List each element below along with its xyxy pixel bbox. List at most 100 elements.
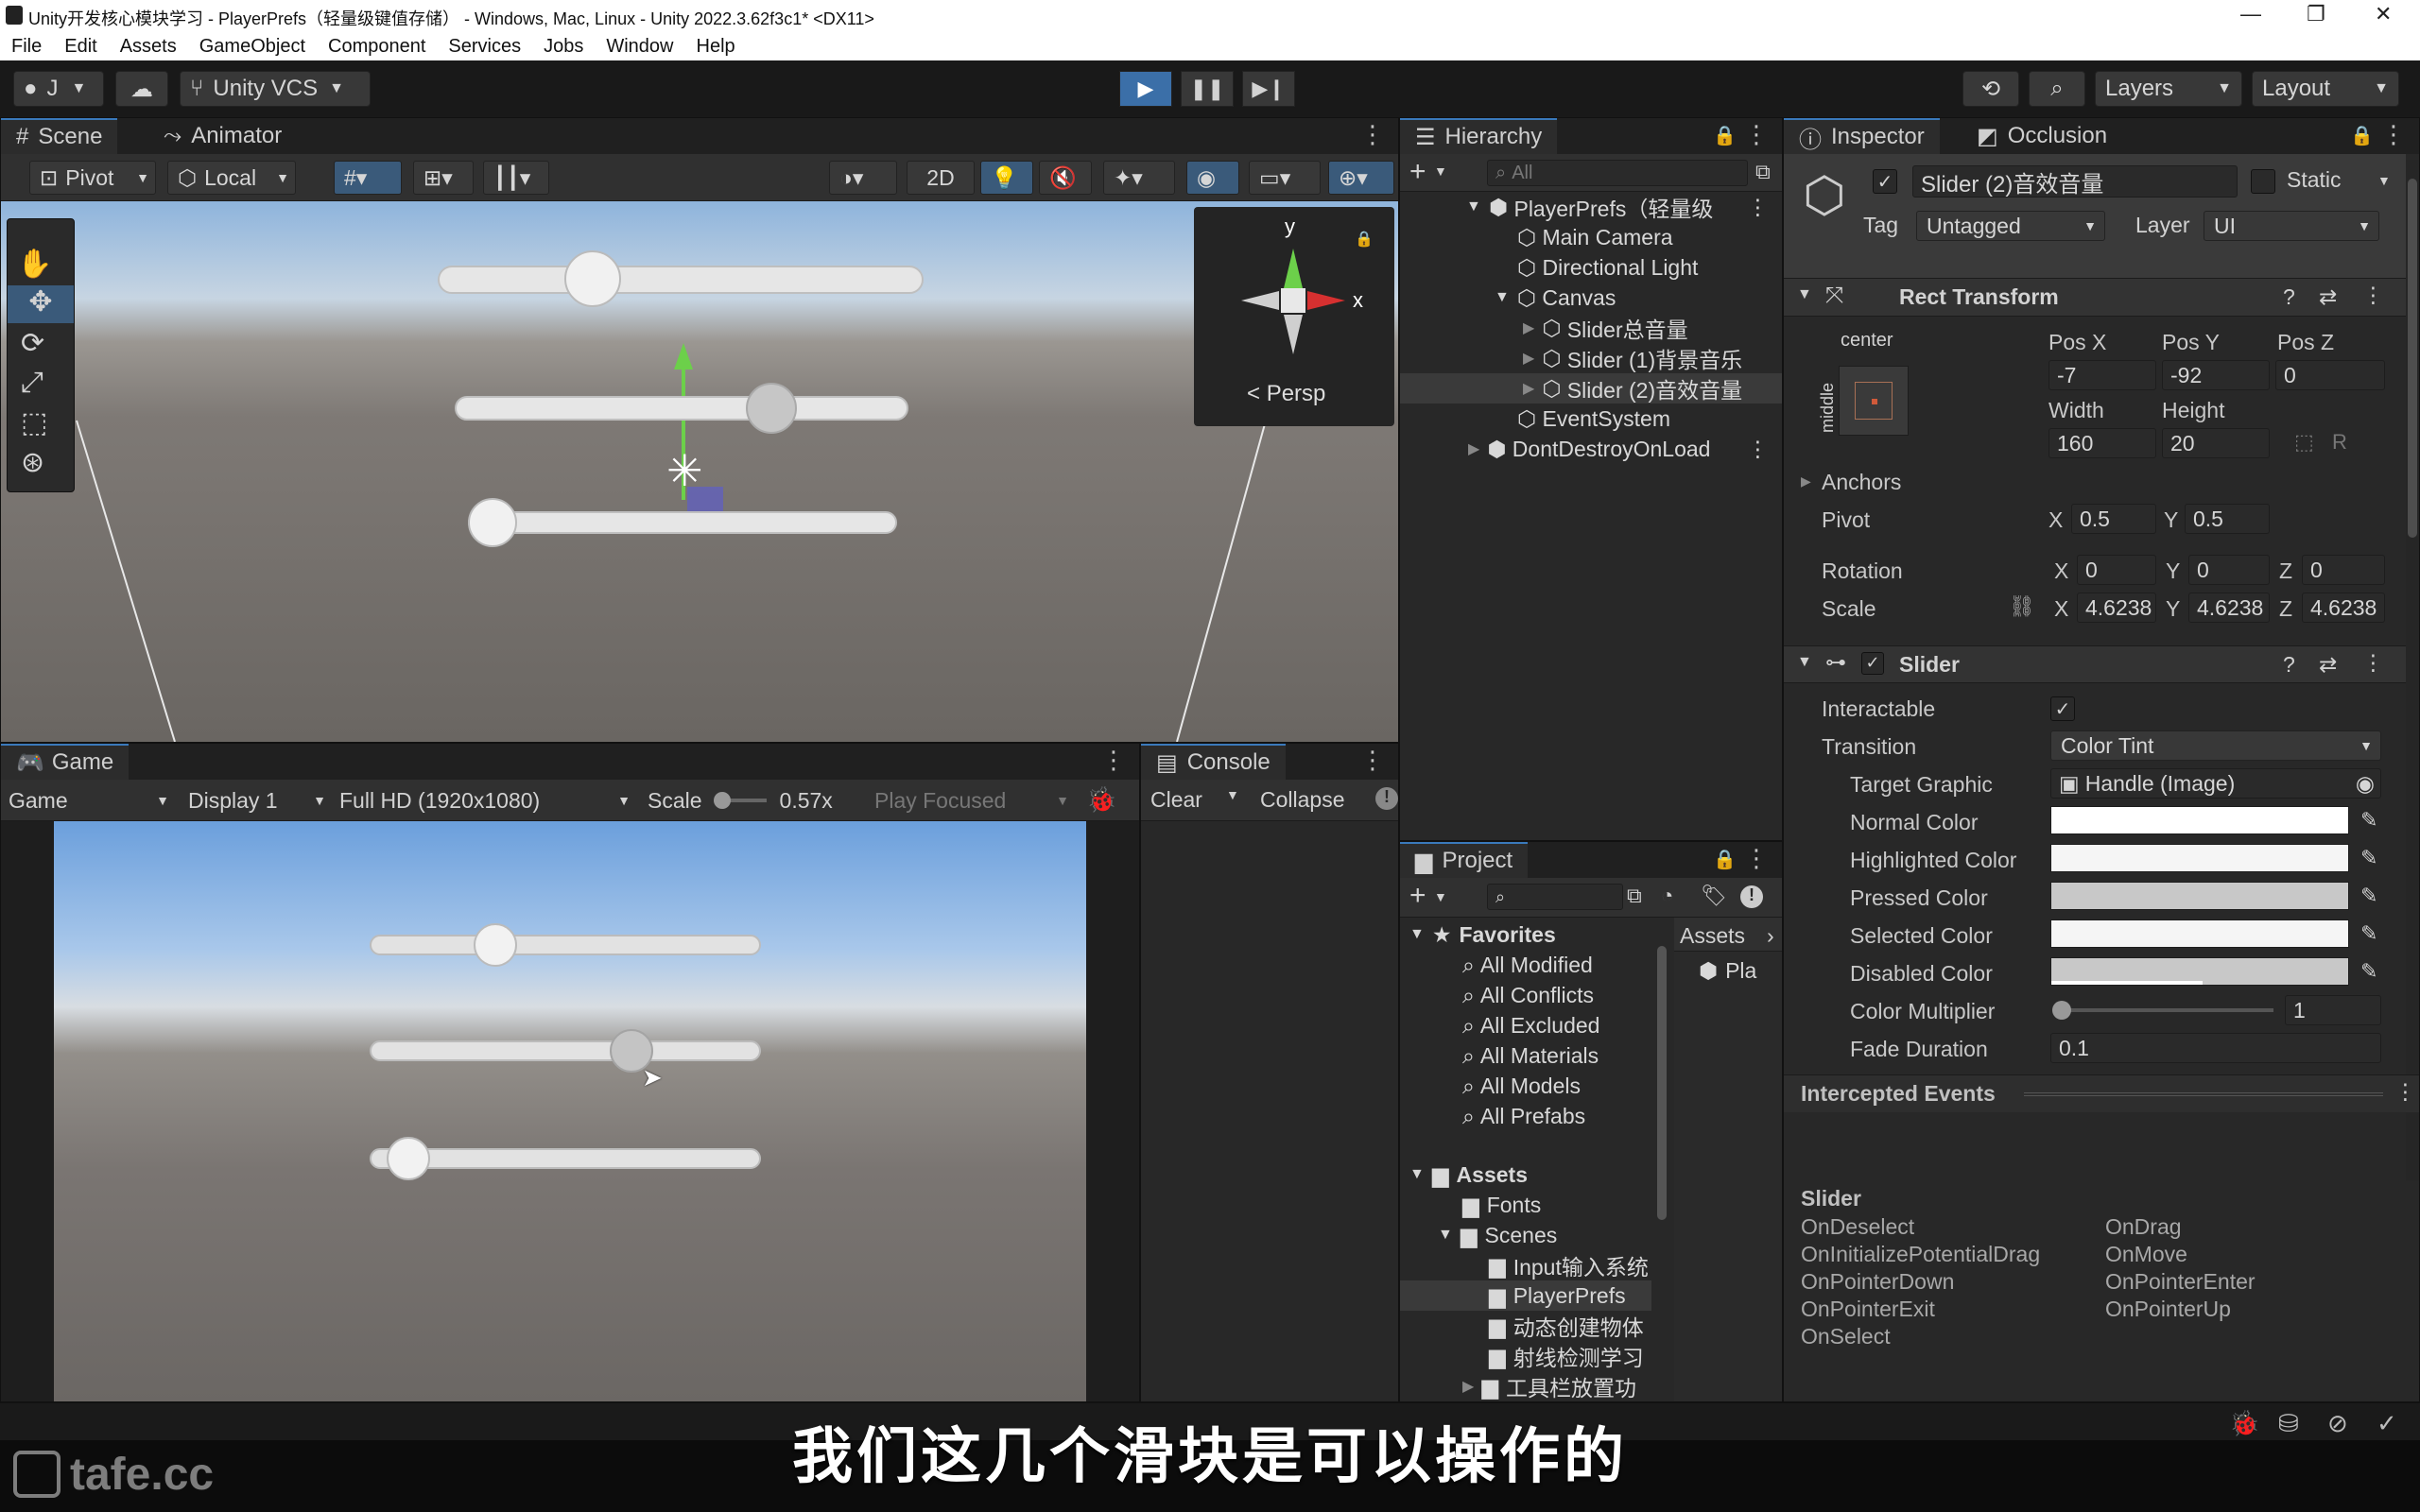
fade-duration-input[interactable]: 0.1 xyxy=(2050,1033,2381,1063)
folder-item[interactable]: ▶ ▆ 工具栏放置功 xyxy=(1462,1371,1636,1401)
rect-tool-icon[interactable]: ⬚ xyxy=(21,406,47,439)
more-icon[interactable]: ⋮ xyxy=(2362,283,2384,308)
pivot-dropdown[interactable]: ⊡ Pivot ▼ xyxy=(29,161,156,195)
cloud-button[interactable]: ☁ xyxy=(115,71,168,107)
rect-transform-header[interactable]: ▼ ⤧ Rect Transform ? ⇄ ⋮ xyxy=(1784,279,2406,317)
tab-occlusion[interactable]: ◩ Occlusion xyxy=(1962,118,2122,154)
effects-dropdown[interactable]: ✦▾ xyxy=(1103,161,1175,195)
scale-x-input[interactable]: 4.6238 xyxy=(2077,593,2156,623)
tab-console[interactable]: ▤ Console xyxy=(1141,744,1286,780)
scene-slider-bgm-handle[interactable] xyxy=(746,383,797,434)
tab-game[interactable]: 🎮 Game xyxy=(1,744,130,780)
normal-color-swatch[interactable] xyxy=(2050,806,2349,834)
search-options-icon[interactable]: ⧉ xyxy=(1755,160,1771,184)
more-icon[interactable]: ⋮ xyxy=(1744,844,1769,873)
lock-icon[interactable]: 🔒 xyxy=(2350,124,2374,147)
breadcrumb-assets[interactable]: Assets xyxy=(1680,923,1745,949)
folder-item[interactable]: ▆ 动态创建物体 xyxy=(1489,1311,1644,1341)
assets-header[interactable]: ▼ ▆ Assets xyxy=(1409,1160,1528,1190)
favorite-item[interactable]: ⌕ All Prefabs xyxy=(1462,1101,1585,1131)
scene-slider-sfx-track[interactable] xyxy=(468,511,897,534)
game-slider-sfx-handle[interactable] xyxy=(387,1137,431,1180)
transform-tool-icon[interactable]: ⊛ xyxy=(21,446,44,479)
hierarchy-item[interactable]: ▶ ⬡ Slider (1)背景音乐 xyxy=(1400,343,1782,373)
tab-scene[interactable]: # Scene xyxy=(1,118,118,154)
menu-file[interactable]: File xyxy=(11,32,42,60)
posy-input[interactable]: -92 xyxy=(2162,360,2270,390)
tab-animator[interactable]: ⤳ Animator xyxy=(148,118,297,154)
more-icon[interactable]: ⋮ xyxy=(2362,650,2384,676)
scale-z-input[interactable]: 4.6238 xyxy=(2302,593,2385,623)
display-dropdown[interactable]: Display 1 ▼ xyxy=(188,785,326,816)
posx-input[interactable]: -7 xyxy=(2048,360,2156,390)
info-icon[interactable]: ! xyxy=(1375,787,1398,810)
hierarchy-item-selected[interactable]: ▶ ⬡ Slider (2)音效音量 xyxy=(1400,373,1782,404)
clear-button[interactable]: Clear xyxy=(1150,787,1202,813)
width-input[interactable]: 160 xyxy=(2048,428,2156,458)
search-options-icon[interactable]: ⧉ xyxy=(1627,884,1642,908)
scene-slider-sfx-handle[interactable] xyxy=(468,498,517,547)
tab-hierarchy[interactable]: ☰ Hierarchy xyxy=(1400,118,1558,154)
help-icon[interactable]: ? xyxy=(2283,284,2295,310)
static-checkbox[interactable] xyxy=(2251,169,2275,194)
hierarchy-item[interactable]: ⬡ EventSystem xyxy=(1400,404,1782,434)
rot-y-input[interactable]: 0 xyxy=(2188,555,2270,585)
game-slider-bgm[interactable] xyxy=(370,1040,761,1061)
rot-z-input[interactable]: 0 xyxy=(2302,555,2385,585)
hierarchy-item[interactable]: ⬡ Directional Light xyxy=(1400,252,1782,283)
hierarchy-item[interactable]: ▶ ⬢ DontDestroyOnLoad ⋮ xyxy=(1400,434,1782,464)
help-icon[interactable]: ? xyxy=(2283,652,2295,678)
favorites-header[interactable]: ▼ ★ Favorites xyxy=(1409,919,1556,950)
menu-edit[interactable]: Edit xyxy=(64,32,96,60)
eyedropper-icon[interactable]: ✎ xyxy=(2360,921,2377,946)
scale-slider[interactable]: Scale 0.57x xyxy=(648,785,852,816)
resolution-dropdown[interactable]: Full HD (1920x1080) ▼ xyxy=(339,785,631,816)
slider-enabled-checkbox[interactable]: ✓ xyxy=(1861,652,1884,675)
link-icon[interactable]: ⛓ xyxy=(2009,594,2035,619)
settings-icon[interactable]: ⇄ xyxy=(2319,284,2337,310)
chevron-down-icon[interactable]: ▼ xyxy=(1226,787,1239,802)
rot-x-input[interactable]: 0 xyxy=(2077,555,2156,585)
favorite-item[interactable]: ⌕ All Conflicts xyxy=(1462,980,1594,1010)
gizmos-dropdown[interactable]: ⊕▾ xyxy=(1328,161,1394,195)
persp-label[interactable]: < Persp xyxy=(1247,381,1325,407)
favorite-item[interactable]: ⌕ All Materials xyxy=(1462,1040,1599,1071)
more-icon[interactable]: ⋮ xyxy=(1747,195,1769,220)
more-icon[interactable]: ⋮ xyxy=(2381,120,2406,149)
grid-snap-button[interactable]: #▾ xyxy=(334,161,402,195)
eyedropper-icon[interactable]: ✎ xyxy=(2360,846,2377,870)
add-icon[interactable]: + xyxy=(1409,156,1426,188)
game-screen[interactable]: ➤ xyxy=(54,821,1086,1401)
inspector-scrollbar[interactable] xyxy=(2406,160,2419,1180)
game-mode-dropdown[interactable]: Game ▼ xyxy=(9,785,169,816)
favorite-item[interactable]: ⌕ All Modified xyxy=(1462,950,1593,980)
interactable-checkbox[interactable]: ✓ xyxy=(2050,696,2075,721)
step-button[interactable]: ▶❙ xyxy=(1242,71,1295,107)
raw-edit-icon[interactable]: R xyxy=(2332,430,2347,455)
hierarchy-search-input[interactable]: ⌕ All xyxy=(1487,160,1748,186)
tab-project[interactable]: ▆ Project xyxy=(1400,842,1529,878)
project-tree-scrollbar[interactable] xyxy=(1657,946,1667,1220)
settings-icon[interactable]: ⇄ xyxy=(2319,652,2337,678)
local-dropdown[interactable]: ⬡ Local ▼ xyxy=(167,161,296,195)
rotate-tool-icon[interactable]: ⟳ xyxy=(21,327,44,360)
menu-gameobject[interactable]: GameObject xyxy=(199,32,305,60)
selected-color-swatch[interactable] xyxy=(2050,919,2349,948)
chevron-down-icon[interactable]: ▼ xyxy=(1434,889,1447,904)
camera-dropdown[interactable]: ▭▾ xyxy=(1249,161,1321,195)
more-icon[interactable]: ⋮ xyxy=(1744,120,1769,149)
folder-item[interactable]: ▼ ▆ Scenes xyxy=(1438,1220,1557,1250)
increment-snap-button[interactable]: ⊞▾ xyxy=(413,161,474,195)
game-slider-master-handle[interactable] xyxy=(474,923,518,967)
more-icon[interactable]: ⋮ xyxy=(1101,746,1126,775)
color-multiplier-slider[interactable] xyxy=(2052,1001,2273,1020)
scene-slider-bgm-track[interactable] xyxy=(455,396,908,421)
slider-component-header[interactable]: ▼ ⊶ ✓ Slider ? ⇄ ⋮ xyxy=(1784,645,2406,683)
account-dropdown[interactable]: ● J ▼ xyxy=(13,71,104,107)
pivot-y-input[interactable]: 0.5 xyxy=(2185,504,2270,534)
orientation-gizmo[interactable]: y x 🔒 < Persp xyxy=(1194,207,1394,426)
restore-icon[interactable]: ❐ xyxy=(2307,2,2325,26)
filter-label-icon[interactable]: 🏷 xyxy=(1701,884,1727,908)
menu-services[interactable]: Services xyxy=(448,32,521,60)
menu-assets[interactable]: Assets xyxy=(120,32,177,60)
